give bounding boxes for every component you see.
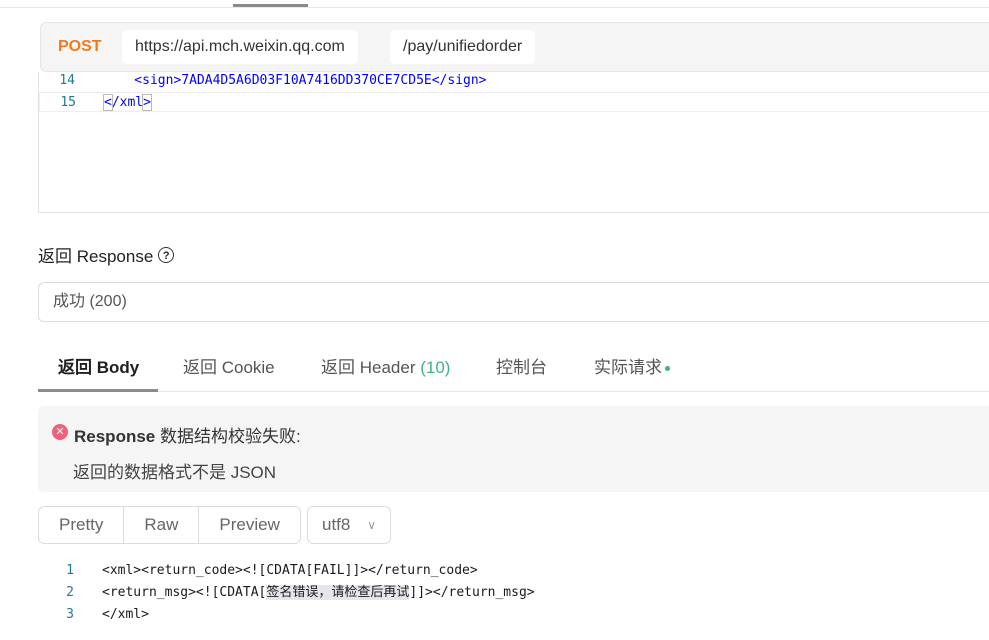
request-path[interactable]: /pay/unifiedorder — [390, 30, 536, 64]
error-title-bold: Response — [74, 427, 156, 446]
preview-button[interactable]: Preview — [199, 507, 299, 543]
error-title-rest: 数据结构校验失败: — [155, 427, 301, 446]
code-text: </xml> — [103, 94, 152, 111]
tab-response-body[interactable]: 返回 Body — [58, 353, 139, 378]
question-circle-icon[interactable]: ? — [158, 246, 175, 263]
pretty-button[interactable]: Pretty — [39, 507, 125, 543]
code-text: </xml> — [102, 607, 149, 622]
response-status-select[interactable]: 成功 (200) — [38, 282, 989, 322]
top-tab-active-indicator — [233, 4, 308, 7]
http-method[interactable]: POST — [58, 38, 102, 56]
editor-line-current: 15 </xml> — [39, 92, 989, 112]
line-number: 3 — [66, 607, 74, 622]
response-tabs: 返回 Body 返回 Cookie 返回 Header (10) 控制台 实际请… — [38, 340, 989, 392]
encoding-value: utf8 — [322, 515, 351, 534]
status-dot-icon — [665, 366, 670, 372]
tab-console[interactable]: 控制台 — [496, 353, 547, 378]
encoding-select[interactable]: utf8 ∨ — [307, 506, 391, 544]
tab-header-label: 返回 Header — [321, 358, 416, 377]
line-number: 1 — [66, 563, 74, 578]
view-mode-group: Pretty Raw Preview — [38, 506, 301, 544]
base-url[interactable]: https://api.mch.weixin.qq.com — [122, 30, 358, 64]
request-bar: POST https://api.mch.weixin.qq.com /pay/… — [40, 22, 989, 72]
highlighted-message: 签名错误，请检查后再试 — [266, 585, 410, 600]
tab-actual-request[interactable]: 实际请求 — [594, 353, 670, 378]
line-number: 2 — [66, 585, 74, 600]
response-body-viewer[interactable]: 1 <xml><return_code><![CDATA[FAIL]]></re… — [38, 560, 989, 640]
editor-line: 14 <sign>7ADA4D5A6D03F10A7416DD370CE7CD5… — [39, 72, 989, 91]
error-x-icon: ✕ — [52, 424, 68, 440]
response-line: 3 </xml> — [38, 604, 989, 626]
chevron-down-icon: ∨ — [367, 518, 376, 532]
code-text: <xml><return_code><![CDATA[FAIL]]></retu… — [102, 563, 478, 578]
top-tab-strip — [0, 0, 989, 8]
closing-tag-name: /xml — [111, 95, 144, 110]
tab-response-cookie[interactable]: 返回 Cookie — [183, 353, 275, 378]
tab-actual-request-label: 实际请求 — [594, 358, 662, 377]
line-number: 15 — [60, 95, 76, 110]
validation-error-box: ✕ Response 数据结构校验失败: 返回的数据格式不是 JSON — [38, 406, 989, 492]
tab-response-header[interactable]: 返回 Header (10) — [321, 353, 450, 378]
response-line: 2 <return_msg><![CDATA[签名错误，请检查后再试]]></r… — [38, 582, 989, 604]
line-number: 14 — [59, 73, 75, 88]
raw-button[interactable]: Raw — [124, 507, 200, 543]
code-text: <return_msg><![CDATA[签名错误，请检查后再试]]></ret… — [102, 582, 535, 604]
request-body-editor[interactable]: 14 <sign>7ADA4D5A6D03F10A7416DD370CE7CD5… — [38, 72, 989, 213]
active-tab-underline — [38, 389, 158, 392]
error-title: Response 数据结构校验失败: — [74, 422, 301, 447]
response-line: 1 <xml><return_code><![CDATA[FAIL]]></re… — [38, 560, 989, 582]
response-title-text: 返回 Response — [38, 247, 154, 266]
header-count: (10) — [420, 358, 451, 377]
code-text: <sign>7ADA4D5A6D03F10A7416DD370CE7CD5E</… — [103, 73, 487, 88]
code-prefix: <return_msg><![CDATA[ — [102, 585, 267, 600]
code-suffix: ]]></return_msg> — [409, 585, 535, 600]
response-section-title: 返回 Response ? — [38, 242, 175, 267]
error-detail: 返回的数据格式不是 JSON — [73, 463, 277, 482]
